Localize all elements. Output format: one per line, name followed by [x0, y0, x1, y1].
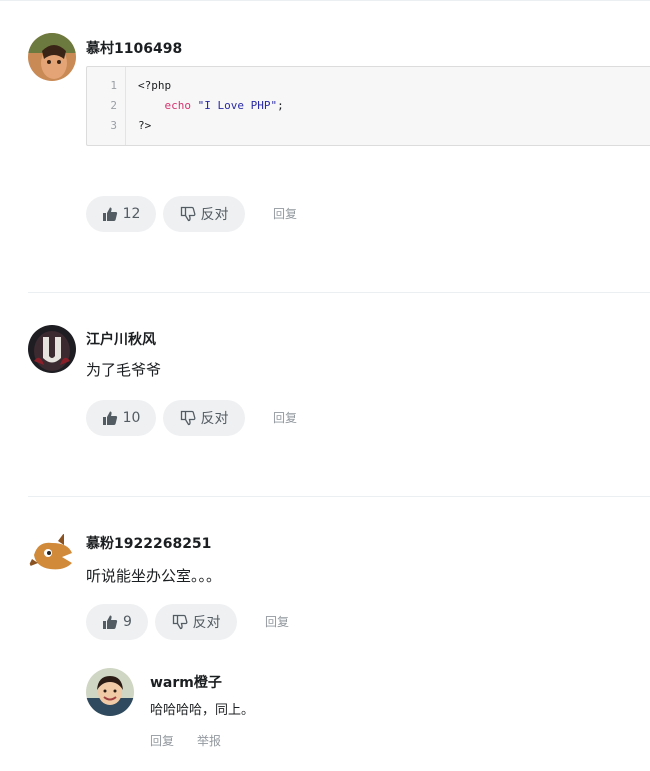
code-line-2: echo "I Love PHP";	[138, 98, 284, 114]
user-avatar[interactable]	[86, 668, 134, 716]
user-avatar[interactable]	[28, 33, 76, 81]
code-line-3: ?>	[138, 119, 152, 132]
like-button[interactable]: 12	[86, 196, 156, 232]
code-line-1: <?php	[138, 79, 172, 92]
dislike-button[interactable]: 反对	[163, 400, 245, 436]
like-count: 9	[123, 614, 132, 630]
code-string: "I Love PHP"	[197, 99, 278, 112]
line-number: 1	[110, 79, 117, 92]
reply-username[interactable]: warm橙子	[150, 672, 222, 692]
thumbs-up-icon	[102, 411, 117, 425]
code-keyword: echo	[164, 99, 192, 112]
comment-text: 为了毛爷爷	[86, 361, 162, 379]
dislike-label: 反对	[200, 207, 229, 223]
like-button[interactable]: 10	[86, 400, 156, 436]
thumbs-down-icon	[180, 410, 195, 426]
reply-button[interactable]: 回复	[273, 205, 297, 222]
dislike-button[interactable]: 反对	[155, 604, 237, 640]
username[interactable]: 江户川秋风	[86, 329, 156, 349]
report-button[interactable]: 举报	[197, 732, 221, 749]
line-number: 2	[110, 99, 117, 112]
code-block: 1 2 3 <?php echo "I Love PHP"; ?>	[86, 66, 650, 146]
comment-text: 听说能坐办公室。。。	[86, 567, 222, 585]
user-avatar[interactable]	[28, 531, 76, 579]
thumbs-up-icon	[102, 207, 117, 221]
like-count: 10	[122, 410, 141, 426]
user-avatar[interactable]	[28, 325, 76, 373]
line-number: 3	[110, 119, 117, 132]
comment-divider	[28, 292, 650, 293]
reply-button[interactable]: 回复	[265, 613, 289, 630]
like-count: 12	[122, 206, 141, 222]
comment-divider	[28, 496, 650, 497]
code-line-numbers: 1 2 3	[87, 67, 126, 145]
code-semicolon: ;	[277, 99, 284, 112]
top-divider	[0, 0, 650, 1]
dislike-label: 反对	[200, 411, 229, 427]
like-button[interactable]: 9	[86, 604, 148, 640]
thumbs-down-icon	[180, 206, 195, 222]
dislike-button[interactable]: 反对	[163, 196, 245, 232]
reply-button[interactable]: 回复	[150, 732, 174, 749]
thumbs-down-icon	[172, 614, 187, 630]
reply-button[interactable]: 回复	[273, 409, 297, 426]
reply-text: 哈哈哈哈，同上。	[150, 703, 255, 718]
dislike-label: 反对	[192, 615, 221, 631]
username[interactable]: 慕村1106498	[86, 38, 182, 58]
thumbs-up-icon	[103, 615, 118, 629]
username[interactable]: 慕粉1922268251	[86, 533, 211, 553]
